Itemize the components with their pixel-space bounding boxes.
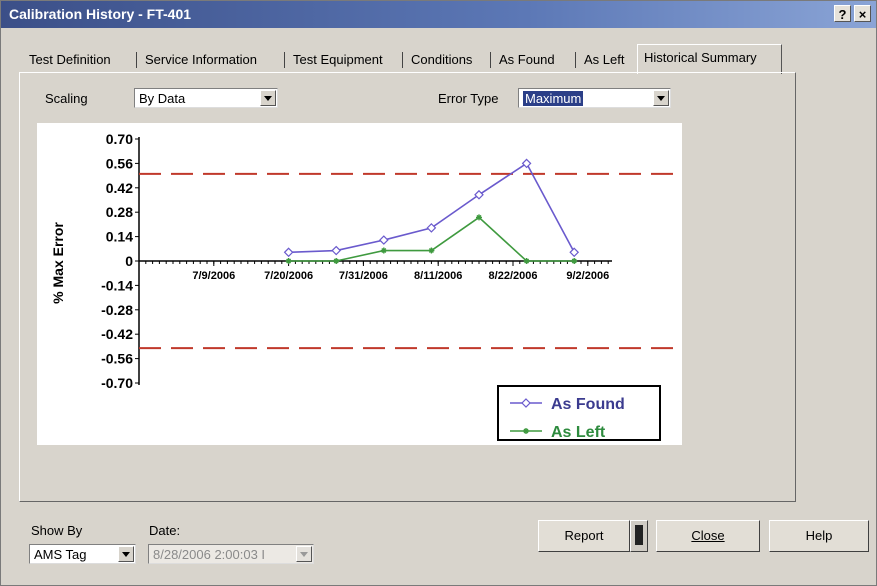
scaling-select[interactable]: By Data [134,88,278,108]
error-type-label: Error Type [438,91,499,106]
legend-label: As Left [551,424,606,441]
calibration-history-window: Calibration History - FT-401 ? × Test De… [0,0,877,586]
chevron-down-icon [122,552,130,557]
y-tick-label: -0.42 [101,326,133,342]
y-tick-label: 0.28 [106,204,133,220]
show-by-select[interactable]: AMS Tag [29,544,136,564]
report-button[interactable]: Report [538,520,630,552]
y-tick-label: -0.56 [101,351,133,367]
x-tick-label: 9/2/2006 [566,270,609,282]
dropdown-button[interactable] [260,90,276,106]
as-left-point [285,258,292,264]
tab-separator [490,52,491,68]
error-type-select[interactable]: Maximum [518,88,671,108]
as-found-point [331,245,342,256]
tab-separator [575,52,576,68]
y-tick-label: -0.14 [101,277,133,293]
chevron-down-icon [264,96,272,101]
window-title: Calibration History - FT-401 [9,6,192,22]
x-tick-label: 7/31/2006 [339,270,388,282]
report-menu-button[interactable] [630,520,648,552]
date-value: 8/28/2006 2:00:03 I [153,547,266,562]
as-left-point [333,258,340,264]
x-tick-label: 8/11/2006 [414,270,462,282]
history-chart: % Max Error 0.70 0.56 0.42 0.28 0.14 0 -0.14 -0.… [50,131,675,441]
y-tick-label: 0.70 [106,131,133,147]
close-title-button[interactable]: × [854,5,871,22]
error-type-value: Maximum [523,91,584,106]
tab-separator [402,52,403,68]
as-found-point [283,247,294,258]
chevron-down-icon [657,96,665,101]
tab-separator [284,52,285,68]
y-tick-label: -0.28 [101,302,133,318]
scaling-label: Scaling [45,91,88,106]
as-left-point [571,258,578,264]
dropdown-button[interactable] [118,546,134,562]
tab-test-equipment[interactable]: Test Equipment [287,47,389,73]
y-tick-label: -0.70 [101,375,133,391]
tab-conditions[interactable]: Conditions [405,47,478,73]
tab-test-definition[interactable]: Test Definition [23,47,117,73]
x-tick-label: 7/9/2006 [192,270,235,282]
as-found-point [569,247,580,258]
x-tick-label: 8/22/2006 [489,270,538,282]
dropdown-button[interactable] [653,90,669,106]
dropdown-arrow-icon [635,525,643,545]
y-tick-label: 0.56 [106,155,133,171]
as-left-point [380,247,387,254]
date-select[interactable]: 8/28/2006 2:00:03 I [148,544,314,564]
dropdown-button[interactable] [296,546,312,562]
y-axis-title: % Max Error [50,222,66,304]
legend-label: As Found [551,396,625,413]
tab-service-information[interactable]: Service Information [139,47,263,73]
show-by-value: AMS Tag [34,547,87,562]
chevron-down-icon [300,552,308,557]
close-button-label: Close [691,528,725,543]
tab-as-found[interactable]: As Found [493,47,561,73]
show-by-label: Show By [31,523,83,538]
y-tick-label: 0.14 [106,229,133,245]
tab-separator [136,52,137,68]
y-tick-label: 0.42 [106,180,133,196]
as-found-point [378,235,389,245]
help-title-button[interactable]: ? [834,5,851,22]
chart-area: % Max Error 0.70 0.56 0.42 0.28 0.14 0 -0.14 -0.… [37,123,682,445]
x-tick-label: 7/20/2006 [264,270,313,282]
close-button[interactable]: Close [656,520,760,552]
tab-as-left[interactable]: As Left [578,47,630,73]
scaling-value: By Data [139,91,186,106]
tab-historical-summary[interactable]: Historical Summary [637,44,782,74]
help-button[interactable]: Help [769,520,869,552]
title-bar: Calibration History - FT-401 ? × [1,1,876,28]
date-label: Date: [149,523,181,538]
series-line-as-found [288,162,575,254]
y-tick-label: 0 [125,253,133,269]
